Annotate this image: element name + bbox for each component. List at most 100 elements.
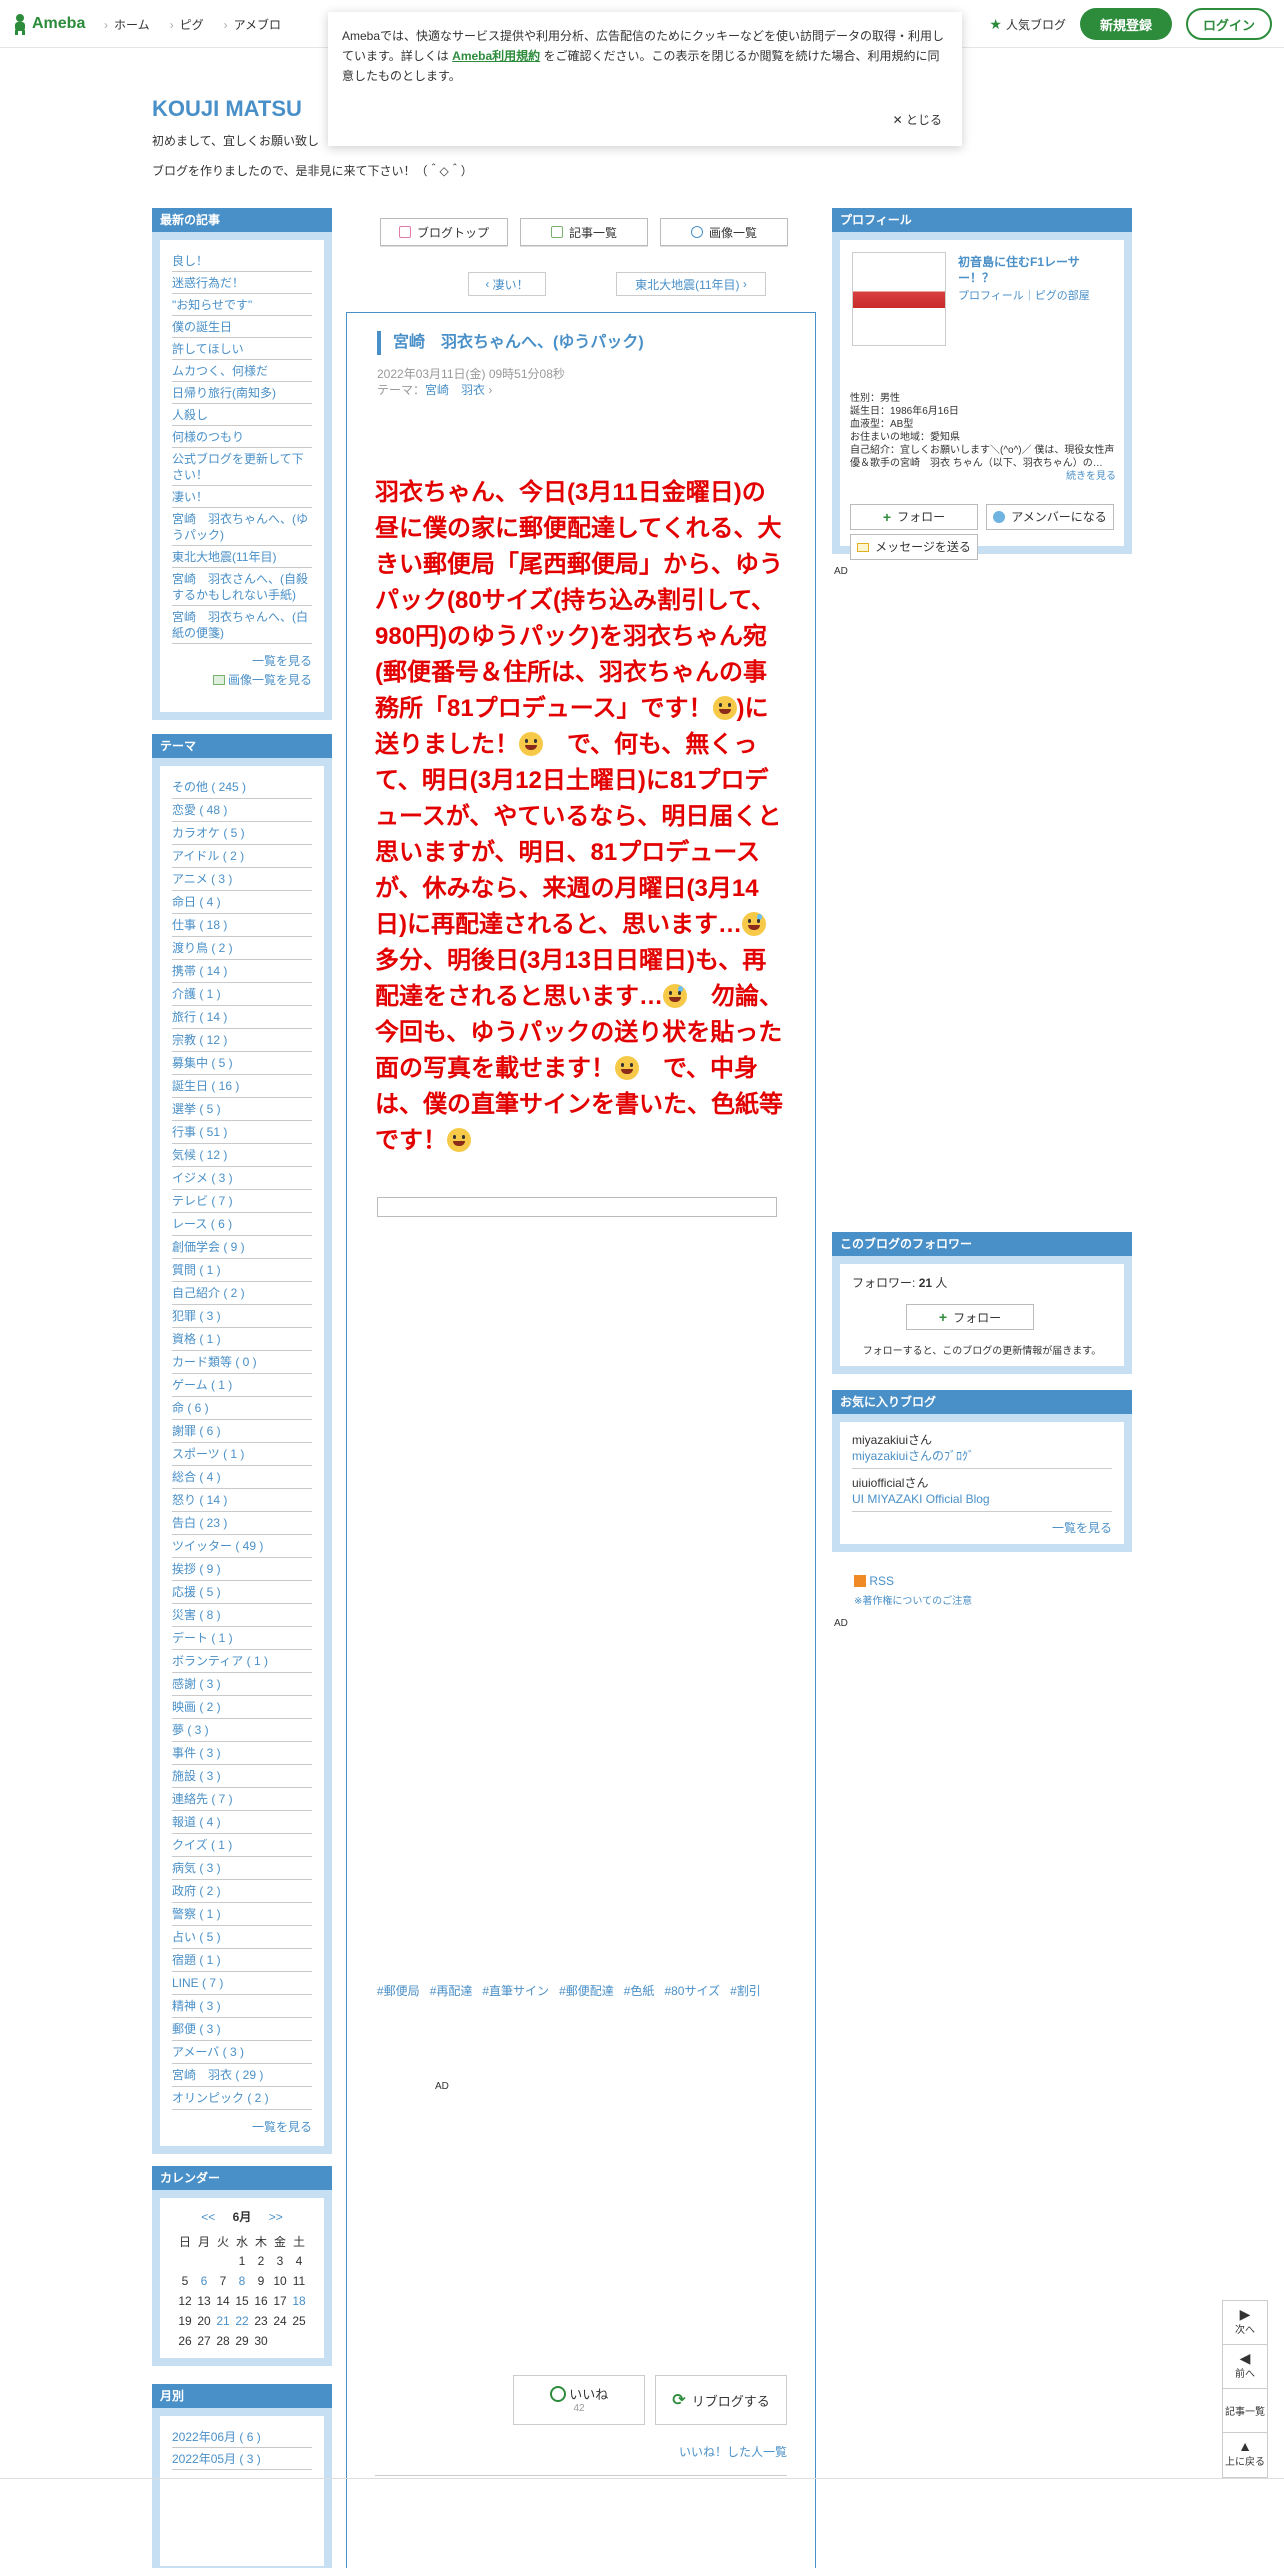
theme-item[interactable]: 介護 ( 1 ) [172,983,312,1006]
ameba-logo[interactable]: Ameba [12,13,85,35]
theme-item[interactable]: 携帯 ( 14 ) [172,960,312,983]
theme-item[interactable]: 誕生日 ( 16 ) [172,1075,312,1098]
cookie-close-button[interactable]: ✕ とじる [893,110,942,130]
recent-article-item[interactable]: 良し！ [172,250,312,272]
recent-article-item[interactable]: 凄い！ [172,486,312,508]
register-button[interactable]: 新規登録 [1080,8,1172,40]
theme-item[interactable]: イジメ ( 3 ) [172,1167,312,1190]
recent-more-link[interactable]: 一覧を見る [172,652,312,669]
reblog-button[interactable]: ⟳ リブログする [655,2375,787,2425]
recent-article-item[interactable]: 宮崎 羽衣さんへ、(自殺するかもしれない手紙) [172,568,312,606]
profile-links[interactable]: プロフィール｜ピグの部屋 [958,290,1090,303]
tab-image-list[interactable]: 画像一覧 [660,218,788,246]
calendar-next-link[interactable]: >> [269,2210,283,2224]
theme-item[interactable]: 怒り ( 14 ) [172,1489,312,1512]
next-article-button[interactable]: ▶ 次へ [1223,2301,1267,2345]
recent-article-item[interactable]: ムカつく、何様だ [172,360,312,382]
theme-item[interactable]: 宿題 ( 1 ) [172,1949,312,1972]
theme-item[interactable]: 映画 ( 2 ) [172,1696,312,1719]
follow-button-2[interactable]: + フォロー [906,1304,1034,1330]
theme-item[interactable]: 質問 ( 1 ) [172,1259,312,1282]
theme-item[interactable]: 占い ( 5 ) [172,1926,312,1949]
terms-link[interactable]: Ameba利用規約 [452,49,540,63]
theme-item[interactable]: ゲーム ( 1 ) [172,1374,312,1397]
theme-item[interactable]: アニメ ( 3 ) [172,868,312,891]
theme-item[interactable]: 連絡先 ( 7 ) [172,1788,312,1811]
theme-item[interactable]: 警察 ( 1 ) [172,1903,312,1926]
theme-item[interactable]: 病気 ( 3 ) [172,1857,312,1880]
calendar-day[interactable]: 18 [290,2291,309,2311]
like-users-link[interactable]: いいね！した人一覧 [679,2443,787,2460]
theme-item[interactable]: アイドル ( 2 ) [172,845,312,868]
theme-item[interactable]: ツイッター ( 49 ) [172,1535,312,1558]
tab-article-list[interactable]: 記事一覧 [520,218,648,246]
calendar-day[interactable]: 22 [233,2311,252,2331]
theme-item[interactable]: 夢 ( 3 ) [172,1719,312,1742]
calendar-day[interactable]: 21 [214,2311,233,2331]
theme-item[interactable]: 感謝 ( 3 ) [172,1673,312,1696]
article-image-broken[interactable] [377,1197,777,1217]
image-list-link[interactable]: 画像一覧を見る [172,671,312,688]
hashtag[interactable]: #色紙 [624,1984,655,1998]
back-to-top-button[interactable]: ▲ 上に戻る [1223,2433,1267,2477]
theme-item[interactable]: 創価学会 ( 9 ) [172,1236,312,1259]
hashtag[interactable]: #郵便配達 [559,1984,614,1998]
theme-item[interactable]: 政府 ( 2 ) [172,1880,312,1903]
theme-item[interactable]: 恋愛 ( 48 ) [172,799,312,822]
recent-article-item[interactable]: 日帰り旅行(南知多) [172,382,312,404]
theme-item[interactable]: 応援 ( 5 ) [172,1581,312,1604]
favorite-blog-link[interactable]: miyazakiuiさんのﾌﾞﾛｸﾞ [852,1448,1112,1464]
theme-item[interactable]: テレビ ( 7 ) [172,1190,312,1213]
theme-item[interactable]: 事件 ( 3 ) [172,1742,312,1765]
article-theme-link[interactable]: 宮崎 羽衣 [425,383,485,397]
hashtag[interactable]: #80サイズ [664,1984,720,1998]
theme-item[interactable]: カラオケ ( 5 ) [172,822,312,845]
login-button[interactable]: ログイン [1186,8,1272,40]
next-article-link[interactable]: 東北大地震(11年目) › [616,272,766,296]
monthly-item[interactable]: 2022年05月 ( 3 ) [172,2448,312,2470]
theme-item[interactable]: クイズ ( 1 ) [172,1834,312,1857]
theme-item[interactable]: 総合 ( 4 ) [172,1466,312,1489]
profile-read-more[interactable]: 続きを見る [850,470,1116,483]
theme-item[interactable]: 命 ( 6 ) [172,1397,312,1420]
calendar-day[interactable]: 6 [195,2271,214,2291]
monthly-item[interactable]: 2022年06月 ( 6 ) [172,2426,312,2448]
calendar-prev-link[interactable]: << [201,2210,215,2224]
nav-item-ameblo[interactable]: › アメブロ [224,16,281,33]
tab-blog-top[interactable]: ブログトップ [380,218,508,246]
article-list-button[interactable]: 記事一覧 [1223,2389,1267,2433]
theme-item[interactable]: 施設 ( 3 ) [172,1765,312,1788]
theme-item[interactable]: 精神 ( 3 ) [172,1995,312,2018]
theme-item[interactable]: 宗教 ( 12 ) [172,1029,312,1052]
theme-item[interactable]: オリンピック ( 2 ) [172,2087,312,2110]
theme-item[interactable]: 渡り鳥 ( 2 ) [172,937,312,960]
theme-item[interactable]: 気候 ( 12 ) [172,1144,312,1167]
message-button[interactable]: メッセージを送る [850,534,978,560]
theme-item[interactable]: 宮崎 羽衣 ( 29 ) [172,2064,312,2087]
theme-item[interactable]: アメーバ ( 3 ) [172,2041,312,2064]
theme-item[interactable]: カード類等 ( 0 ) [172,1351,312,1374]
theme-item[interactable]: 行事 ( 51 ) [172,1121,312,1144]
hashtag[interactable]: #割引 [730,1984,761,1998]
rss-link[interactable]: RSS [854,1574,894,1588]
theme-item[interactable]: 告白 ( 23 ) [172,1512,312,1535]
profile-image[interactable] [852,252,946,346]
nav-item-pigg[interactable]: › ピグ [170,16,204,33]
profile-name[interactable]: 初音島に住むF1レーサー！？ [958,254,1088,286]
theme-item[interactable]: 資格 ( 1 ) [172,1328,312,1351]
recent-article-item[interactable]: 東北大地震(11年目) [172,546,312,568]
theme-item[interactable]: 選挙 ( 5 ) [172,1098,312,1121]
favorites-more-link[interactable]: 一覧を見る [852,1520,1112,1536]
theme-item[interactable]: 報道 ( 4 ) [172,1811,312,1834]
hashtag[interactable]: #再配達 [430,1984,473,1998]
prev-article-link[interactable]: ‹ 凄い！ [468,272,546,296]
theme-item[interactable]: 自己紹介 ( 2 ) [172,1282,312,1305]
recent-article-item[interactable]: 公式ブログを更新して下さい！ [172,448,312,486]
theme-item[interactable]: ボランティア ( 1 ) [172,1650,312,1673]
theme-item[interactable]: 犯罪 ( 3 ) [172,1305,312,1328]
blog-title[interactable]: KOUJI MATSU [152,96,302,122]
recent-article-item[interactable]: 迷惑行為だ！ [172,272,312,294]
favorite-blog-link[interactable]: UI MIYAZAKI Official Blog [852,1491,1112,1507]
recent-article-item[interactable]: 許してほしい [172,338,312,360]
prev-article-button[interactable]: ◀ 前へ [1223,2345,1267,2389]
